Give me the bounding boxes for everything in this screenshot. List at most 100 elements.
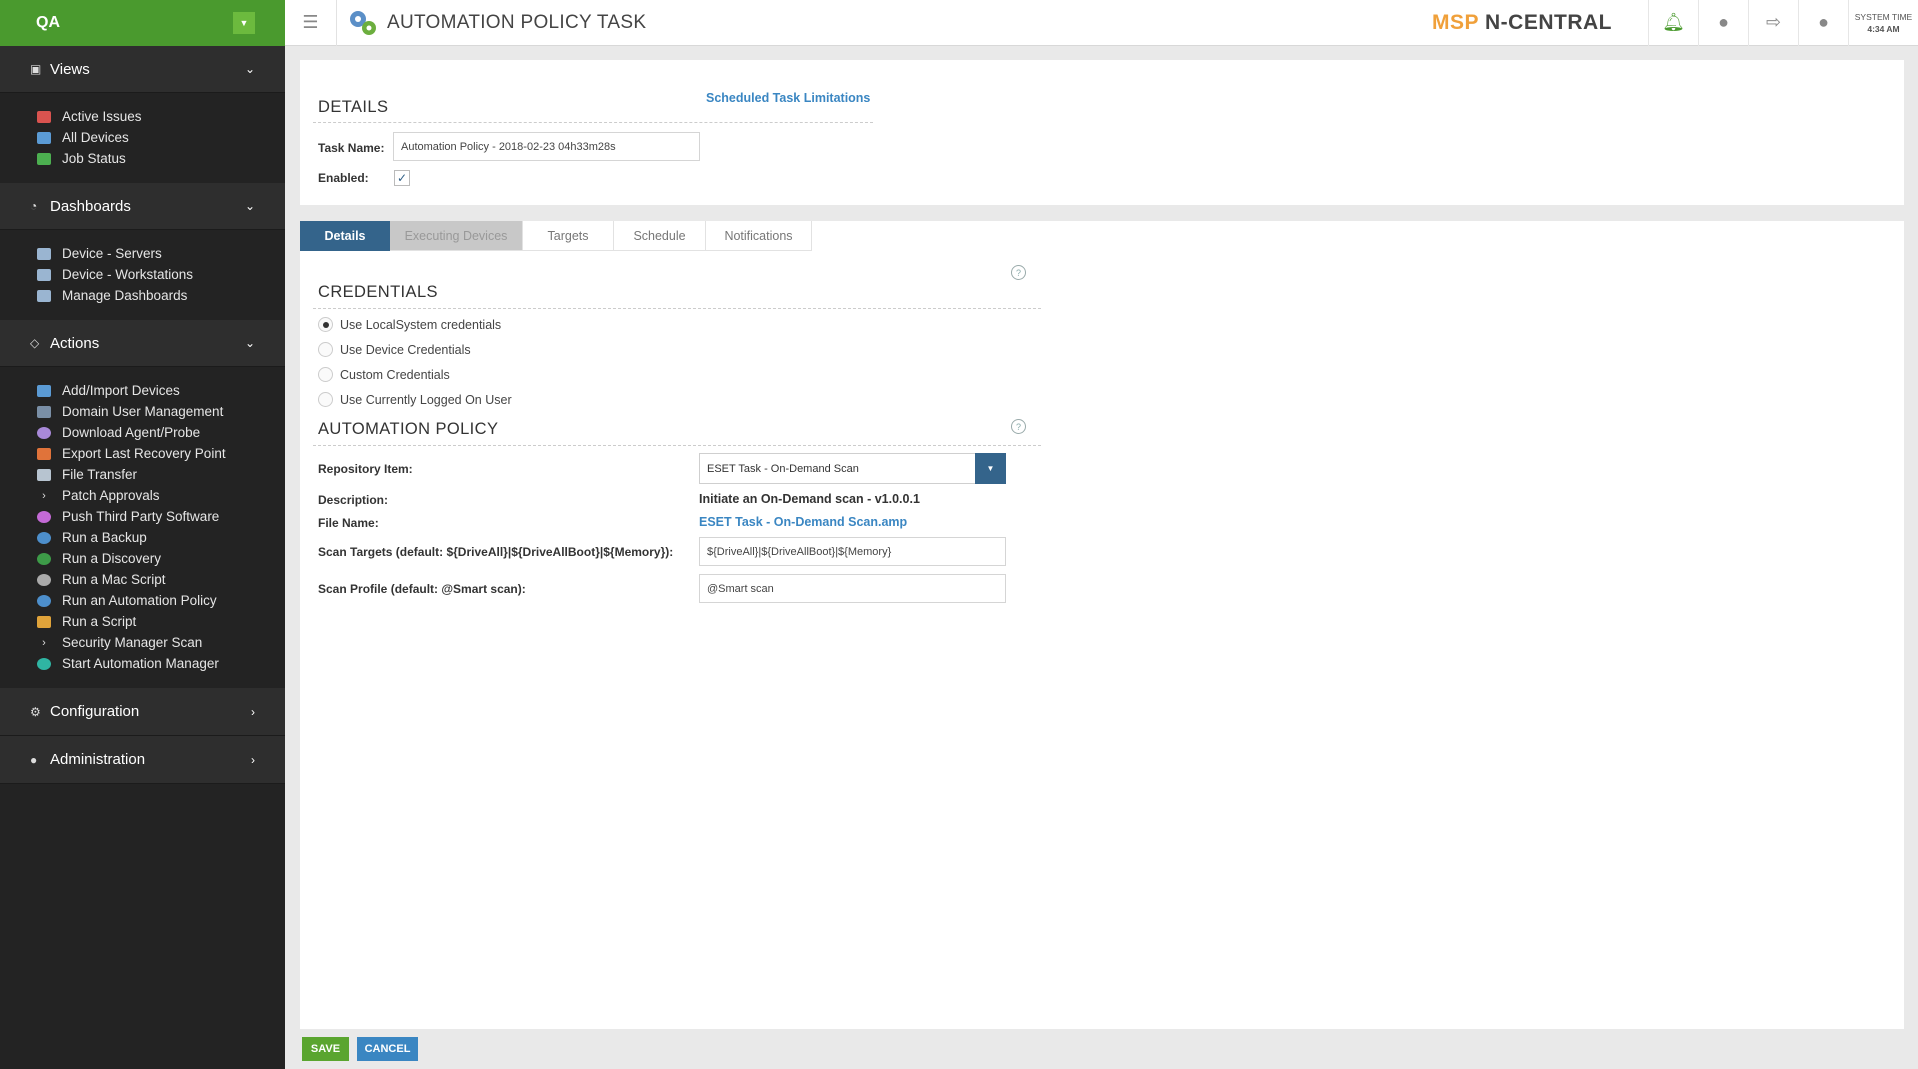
task-name-input[interactable]: Automation Policy - 2018-02-23 04h33m28s <box>393 132 700 161</box>
save-button[interactable]: SAVE <box>302 1037 349 1061</box>
radio-button[interactable] <box>318 342 333 357</box>
section-dashboards[interactable]: ◔ Dashboards ⌄ <box>0 183 285 230</box>
user-profile-button[interactable]: ● <box>1698 0 1748 46</box>
radio-logged-on-user[interactable]: Use Currently Logged On User <box>318 392 512 407</box>
nav-item-device-servers[interactable]: Device - Servers <box>0 243 285 264</box>
caret-down-icon: ▼ <box>986 464 995 473</box>
section-actions[interactable]: ◇ Actions ⌄ <box>0 320 285 367</box>
logout-button[interactable]: ⇨ <box>1748 0 1798 46</box>
nav-label: All Devices <box>62 130 129 145</box>
description-label: Description: <box>318 493 389 507</box>
automation-manager-icon <box>37 657 51 670</box>
gear-icon: ⚙ <box>30 704 41 719</box>
nav-item-export-recovery-point[interactable]: Export Last Recovery Point <box>0 443 285 464</box>
brand-msp: MSP <box>1432 10 1479 34</box>
repository-dropdown-button[interactable]: ▼ <box>975 453 1006 484</box>
details-panel: DETAILS Scheduled Task Limitations Task … <box>300 60 1904 205</box>
push-icon <box>37 510 51 523</box>
monitor-icon <box>37 289 51 302</box>
monitor-icon <box>37 384 51 397</box>
scheduled-task-limitations-link[interactable]: Scheduled Task Limitations <box>706 91 870 105</box>
top-bar: ☰ AUTOMATION POLICY TASK MSP N-CENTRAL 🔔… <box>285 0 1918 46</box>
nav-item-download-agent[interactable]: Download Agent/Probe <box>0 422 285 443</box>
credentials-heading: CREDENTIALS <box>318 283 438 301</box>
monitor-icon <box>37 268 51 281</box>
system-time-label: SYSTEM TIME <box>1854 11 1913 22</box>
nav-item-manage-dashboards[interactable]: Manage Dashboards <box>0 285 285 306</box>
section-configuration[interactable]: ⚙ Configuration › <box>0 688 285 736</box>
cancel-button[interactable]: CANCEL <box>357 1037 418 1061</box>
radio-custom-credentials[interactable]: Custom Credentials <box>318 367 450 382</box>
repository-item-select[interactable]: ESET Task - On-Demand Scan ▼ <box>699 453 1006 484</box>
download-icon <box>37 426 51 439</box>
nav-label: Run a Discovery <box>62 551 162 566</box>
radio-label: Use LocalSystem credentials <box>340 317 502 332</box>
brand-logo: MSP N-CENTRAL <box>1432 11 1612 35</box>
chevron-right-icon: › <box>251 752 255 767</box>
org-dropdown-button[interactable]: ▼ <box>233 12 255 34</box>
nav-item-run-backup[interactable]: Run a Backup <box>0 527 285 548</box>
users-icon <box>37 405 51 418</box>
gears-icon <box>347 8 379 38</box>
nav-label: Domain User Management <box>62 404 224 419</box>
help-icon[interactable]: ? <box>1011 265 1026 280</box>
help-icon[interactable]: ? <box>1011 419 1026 434</box>
nav-label: Device - Workstations <box>62 267 194 282</box>
views-list: Active Issues All Devices Job Status <box>0 93 285 183</box>
nav-item-active-issues[interactable]: Active Issues <box>0 106 285 127</box>
nav-item-push-third-party[interactable]: Push Third Party Software <box>0 506 285 527</box>
radio-button[interactable] <box>318 317 333 332</box>
nav-label: Run a Script <box>62 614 137 629</box>
nav-item-run-mac-script[interactable]: Run a Mac Script <box>0 569 285 590</box>
section-administration[interactable]: ● Administration › <box>0 736 285 784</box>
menu-toggle-button[interactable]: ☰ <box>285 0 337 46</box>
system-time: SYSTEM TIME 4:34 AM <box>1848 0 1918 46</box>
monitor-icon <box>37 131 51 144</box>
tab-schedule[interactable]: Schedule <box>614 221 706 251</box>
user-icon: ● <box>1718 12 1729 32</box>
nav-item-start-automation-manager[interactable]: Start Automation Manager <box>0 653 285 674</box>
nav-item-file-transfer[interactable]: File Transfer <box>0 464 285 485</box>
radio-button[interactable] <box>318 367 333 382</box>
nav-label: Job Status <box>62 151 126 166</box>
section-label: Dashboards <box>50 197 131 215</box>
repository-item-value: ESET Task - On-Demand Scan <box>707 462 859 475</box>
nav-item-device-workstations[interactable]: Device - Workstations <box>0 264 285 285</box>
enabled-checkbox[interactable]: ✓ <box>394 170 410 186</box>
radio-localsystem[interactable]: Use LocalSystem credentials <box>318 317 501 332</box>
chat-users-icon: ● <box>1818 12 1829 32</box>
tab-notifications[interactable]: Notifications <box>706 221 812 251</box>
nav-item-run-automation-policy[interactable]: Run an Automation Policy <box>0 590 285 611</box>
radio-button[interactable] <box>318 392 333 407</box>
actions-icon: ◇ <box>30 336 40 350</box>
notifications-button[interactable]: 🔔︎ <box>1648 0 1698 46</box>
nav-item-domain-user-management[interactable]: Domain User Management <box>0 401 285 422</box>
nav-item-patch-approvals[interactable]: › Patch Approvals <box>0 485 285 506</box>
divider <box>313 122 873 123</box>
scan-profile-input[interactable]: @Smart scan <box>699 574 1006 603</box>
nav-item-job-status[interactable]: Job Status <box>0 148 285 169</box>
nav-item-security-manager-scan[interactable]: › Security Manager Scan <box>0 632 285 653</box>
automation-policy-heading: AUTOMATION POLICY <box>318 420 499 438</box>
section-views[interactable]: ▣ Views ⌄ <box>0 46 285 93</box>
enabled-label: Enabled: <box>318 171 369 185</box>
nav-item-all-devices[interactable]: All Devices <box>0 127 285 148</box>
chevron-down-icon: ⌄ <box>244 62 255 76</box>
tab-executing-devices: Executing Devices <box>390 221 523 251</box>
scan-targets-label: Scan Targets (default: ${DriveAll}|${Dri… <box>318 545 674 559</box>
tab-targets[interactable]: Targets <box>523 221 614 251</box>
radio-device-credentials[interactable]: Use Device Credentials <box>318 342 471 357</box>
file-name-label: File Name: <box>318 516 379 530</box>
file-name-link[interactable]: ESET Task - On-Demand Scan.amp <box>699 515 907 529</box>
nav-item-add-import-devices[interactable]: Add/Import Devices <box>0 380 285 401</box>
dashboards-list: Device - Servers Device - Workstations M… <box>0 230 285 320</box>
chat-button[interactable]: ● <box>1798 0 1848 46</box>
org-name: QA <box>36 14 60 31</box>
logout-icon: ⇨ <box>1765 12 1782 32</box>
tab-bar: Details Executing Devices Targets Schedu… <box>300 221 812 251</box>
tab-details[interactable]: Details <box>300 221 390 251</box>
nav-item-run-discovery[interactable]: Run a Discovery <box>0 548 285 569</box>
nav-item-run-script[interactable]: Run a Script <box>0 611 285 632</box>
nav-label: Download Agent/Probe <box>62 425 201 440</box>
scan-targets-input[interactable]: ${DriveAll}|${DriveAllBoot}|${Memory} <box>699 537 1006 566</box>
